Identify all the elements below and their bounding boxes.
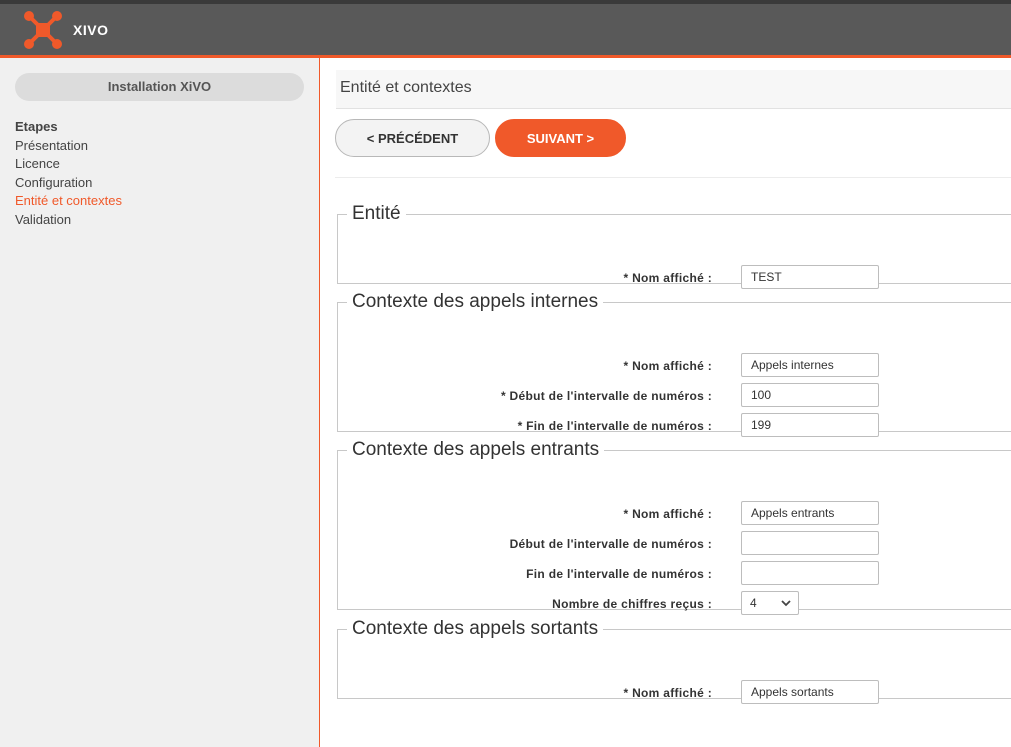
divider	[335, 177, 1011, 178]
field-label: Nombre de chiffres reçus :	[552, 597, 712, 611]
brand-name: XIVO	[73, 22, 109, 38]
section-entite: Entité * Nom affiché :	[337, 203, 1011, 289]
step-presentation: Présentation	[15, 137, 88, 153]
field-row-internal-end: * Fin de l'intervalle de numéros :	[338, 413, 1011, 439]
field-label: * Fin de l'intervalle de numéros :	[517, 419, 712, 433]
field-row-internal-start: * Début de l'intervalle de numéros :	[338, 383, 1011, 409]
field-row-incoming-digits: Nombre de chiffres reçus : 4	[338, 591, 1011, 617]
previous-button[interactable]: < PRÉCÉDENT	[335, 119, 490, 157]
section-incoming-calls: Contexte des appels entrants * Nom affic…	[337, 439, 1011, 615]
next-button[interactable]: SUIVANT >	[495, 119, 626, 157]
outgoing-name-input[interactable]	[741, 680, 879, 704]
section-outgoing-calls: Contexte des appels sortants * Nom affic…	[337, 618, 1011, 704]
incoming-name-input[interactable]	[741, 501, 879, 525]
field-row-outgoing-name: * Nom affiché :	[338, 680, 1011, 706]
xivo-logo-icon	[24, 11, 62, 49]
entity-name-input[interactable]	[741, 265, 879, 289]
section-internal-legend: Contexte des appels internes	[352, 291, 599, 312]
incoming-range-end-input[interactable]	[741, 561, 879, 585]
main-content: Entité et contextes < PRÉCÉDENT SUIVANT …	[320, 58, 1011, 747]
section-internal-calls: Contexte des appels internes * Nom affic…	[337, 291, 1011, 437]
field-label: * Début de l'intervalle de numéros :	[500, 389, 712, 403]
page-title: Entité et contextes	[340, 79, 472, 96]
field-label: * Nom affiché :	[623, 686, 712, 700]
field-label: * Nom affiché :	[623, 507, 712, 521]
field-label: * Nom affiché :	[623, 359, 712, 373]
field-label: Début de l'intervalle de numéros :	[509, 537, 712, 551]
step-licence: Licence	[15, 156, 60, 171]
app-header: XIVO	[0, 4, 1011, 56]
field-row-incoming-end: Fin de l'intervalle de numéros :	[338, 561, 1011, 587]
internal-range-start-input[interactable]	[741, 383, 879, 407]
field-label: Fin de l'intervalle de numéros :	[526, 567, 712, 581]
field-row-incoming-start: Début de l'intervalle de numéros :	[338, 531, 1011, 557]
page-header: Entité et contextes	[336, 70, 1011, 109]
internal-name-input[interactable]	[741, 353, 879, 377]
field-label: * Nom affiché :	[623, 271, 712, 285]
sidebar-title: Installation XiVO	[15, 73, 304, 101]
section-outgoing-legend: Contexte des appels sortants	[352, 618, 599, 639]
internal-range-end-input[interactable]	[741, 413, 879, 437]
incoming-range-start-input[interactable]	[741, 531, 879, 555]
field-row-incoming-name: * Nom affiché :	[338, 501, 1011, 527]
steps-list: Etapes Présentation Licence Configuratio…	[15, 118, 122, 229]
step-configuration: Configuration	[15, 174, 93, 190]
received-digits-select[interactable]: 4	[741, 591, 799, 615]
field-row-entity-name: * Nom affiché :	[338, 265, 1011, 291]
steps-heading: Etapes	[15, 119, 58, 134]
sidebar: Installation XiVO Etapes Présentation Li…	[0, 58, 320, 747]
section-incoming-legend: Contexte des appels entrants	[352, 439, 600, 460]
step-entite-contextes: Entité et contextes	[15, 193, 122, 208]
field-row-internal-name: * Nom affiché :	[338, 353, 1011, 379]
section-entite-legend: Entité	[352, 203, 401, 224]
step-validation: Validation	[15, 211, 72, 227]
